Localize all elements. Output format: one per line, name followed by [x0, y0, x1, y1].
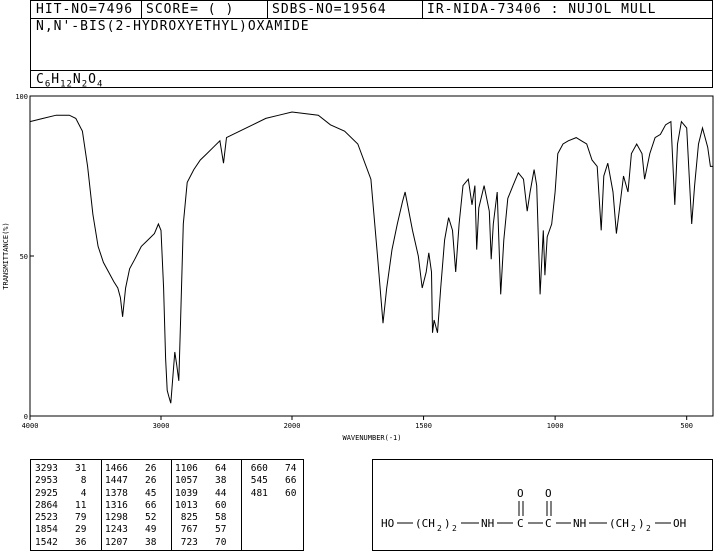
x-tick-label: 3000 [153, 422, 170, 430]
spectrum-header: HIT-NO=7496 SCORE= ( ) SDBS-NO=19564 IR-… [30, 0, 713, 90]
structure-o-left: O [517, 487, 524, 500]
peak-row: 1243 49 [105, 524, 157, 536]
peak-row: 1447 26 [105, 475, 157, 487]
header-rule [31, 70, 712, 71]
structure-nh-right: NH [573, 517, 586, 530]
structure-ch2-left-sub: 2 [437, 524, 442, 533]
structure-oh: OH [673, 517, 686, 530]
peak-column-divider [101, 460, 102, 550]
structure-nh-left: NH [481, 517, 494, 530]
peak-row: 481 60 [245, 487, 297, 499]
x-axis-label: WAVENUMBER(-1) [342, 434, 401, 442]
spectrum-series-line [29, 111, 713, 404]
y-tick-label: 100 [15, 93, 28, 101]
peak-row: 1466 26 [105, 463, 157, 474]
peak-row: 1039 44 [175, 487, 227, 499]
peak-row: 545 66 [245, 475, 297, 487]
y-axis: 0 50 100 [15, 93, 34, 421]
peak-table: 3293 31 2953 8 2925 4 2864 11 2523 79 1854 29… [30, 459, 304, 551]
peak-row: 2925 4 [35, 487, 87, 499]
peak-row: 723 70 [175, 536, 227, 548]
plot-frame [29, 95, 714, 417]
peak-column: 1466 26 1447 26 1378 45 1316 66 1298 52 1243 … [105, 463, 156, 549]
molecular-formula: C6H12N2O4 [36, 72, 104, 90]
peak-row: 767 57 [175, 524, 227, 536]
peak-row: 1013 60 [175, 499, 227, 511]
structure-ch2-right-close: ) [638, 517, 645, 530]
peak-row: 2953 8 [35, 475, 87, 487]
peak-column-divider [171, 460, 172, 550]
peak-row: 1854 29 [35, 524, 87, 536]
structure-diagram: HO (CH 2 ) 2 NH O C O C NH (CH 2 ) 2 OH [381, 487, 686, 533]
peak-row: 825 58 [175, 512, 227, 524]
peak-column: 3293 31 2953 8 2925 4 2864 11 2523 79 1854 29… [35, 463, 86, 549]
peak-row: 2523 79 [35, 512, 87, 524]
peak-row: 1316 66 [105, 499, 157, 511]
structure-ho: HO [381, 517, 394, 530]
peak-row: 1378 45 [105, 487, 157, 499]
structure-ch2-right: (CH [609, 517, 629, 530]
x-tick-label: 2000 [284, 422, 301, 430]
hit-number: HIT-NO=7496 [36, 2, 134, 17]
peak-row: 2864 11 [35, 499, 87, 511]
structure-ch2-left: (CH [415, 517, 435, 530]
x-tick-label: 1500 [415, 422, 432, 430]
structure-c-left: C [517, 517, 524, 530]
x-axis: 4000 3000 2000 1500 1000 500 [22, 416, 693, 430]
ir-code: IR-NIDA-73406 : NUJOL MULL [427, 2, 657, 17]
y-tick-label: 0 [24, 413, 28, 421]
structure-ch2-right-n: 2 [646, 524, 651, 533]
chemical-structure: HO (CH 2 ) 2 NH O C O C NH (CH 2 ) 2 OH [372, 459, 713, 551]
peak-row: 1207 38 [105, 536, 157, 548]
peak-row: 660 74 [245, 463, 297, 474]
peak-row: 1298 52 [105, 512, 157, 524]
x-tick-label: 500 [680, 422, 693, 430]
ir-spectrum-chart: 0 50 100 4000 3000 2000 1500 1000 500 TRANSMITT… [2, 93, 714, 442]
y-axis-label: TRANSMITTANCE(%) [2, 222, 10, 289]
x-tick-label: 4000 [22, 422, 39, 430]
peak-column: 1106 64 1057 38 1039 44 1013 60 825 58 767 … [175, 463, 226, 549]
peak-row: 1106 64 [175, 463, 227, 474]
x-tick-label: 1000 [547, 422, 564, 430]
y-tick-label: 50 [20, 253, 28, 261]
structure-ch2-left-close: ) [444, 517, 451, 530]
compound-name: N,N'-BIS(2-HYDROXYETHYL)OXAMIDE [36, 19, 310, 34]
structure-ch2-right-sub: 2 [631, 524, 636, 533]
sdbs-number: SDBS-NO=19564 [272, 2, 387, 17]
peak-column: 660 74 545 66 481 60 [245, 463, 297, 500]
peak-column-divider [241, 460, 242, 550]
structure-o-right: O [545, 487, 552, 500]
structure-ch2-left-n: 2 [452, 524, 457, 533]
peak-row: 3293 31 [35, 463, 87, 474]
peak-row: 1057 38 [175, 475, 227, 487]
peak-row: 1542 36 [35, 536, 87, 548]
structure-c-right: C [545, 517, 552, 530]
score: SCORE= ( ) [146, 2, 235, 17]
